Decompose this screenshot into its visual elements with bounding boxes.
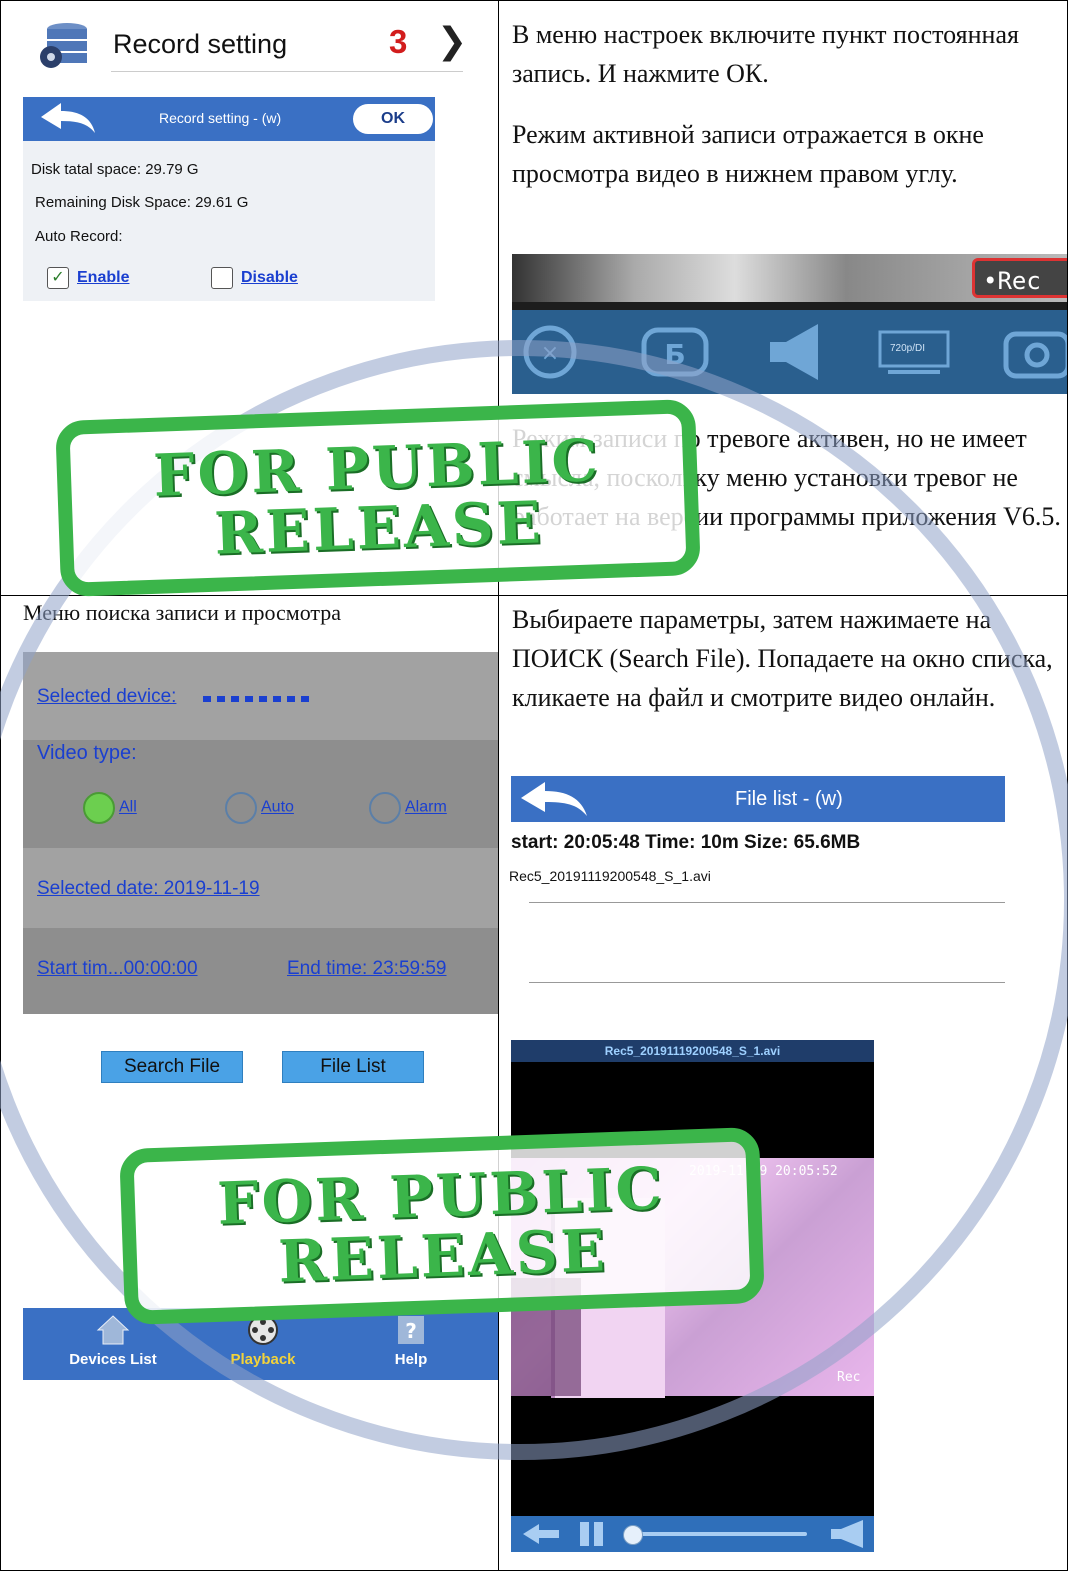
search-menu-heading: Меню поиска записи и просмотра bbox=[23, 600, 342, 625]
rewind-icon[interactable] bbox=[521, 1522, 561, 1546]
record-setting-header[interactable]: Record setting 3 ❯ bbox=[37, 21, 467, 73]
radio-auto[interactable]: Auto bbox=[225, 792, 294, 824]
svg-text:×: × bbox=[541, 341, 559, 366]
flip-camera-icon[interactable]: Б bbox=[640, 324, 710, 380]
auto-record-label: Auto Record: bbox=[35, 228, 123, 245]
device-id-obscured bbox=[203, 696, 315, 702]
disk-remaining-space: Remaining Disk Space: 29.61 G bbox=[35, 194, 249, 211]
instruction-paragraph-3: Режим записи по тревоге активен, но не и… bbox=[512, 424, 1061, 531]
video-type-row: Video type: All Auto Alarm bbox=[23, 740, 498, 848]
tab-playback-label: Playback bbox=[230, 1351, 296, 1368]
video-frame: 2019-11-19 20:05:52 Rec bbox=[511, 1158, 874, 1398]
file-name[interactable]: Rec5_20191119200548_S_1.avi bbox=[509, 868, 711, 884]
video-shadow bbox=[511, 1278, 581, 1396]
video-rec-label: Rec bbox=[837, 1370, 861, 1385]
progress-slider[interactable] bbox=[627, 1532, 807, 1536]
end-time-link[interactable]: End time: 23:59:59 bbox=[287, 958, 447, 980]
radio-alarm-label[interactable]: Alarm bbox=[405, 799, 447, 816]
file-list-button[interactable]: File List bbox=[282, 1051, 424, 1083]
radio-selected-icon[interactable] bbox=[83, 792, 115, 824]
resolution-label: 720p/DI bbox=[890, 343, 926, 354]
chevron-right-icon[interactable]: ❯ bbox=[437, 21, 467, 62]
cell-bottom-left: Меню поиска записи и просмотра Selected … bbox=[0, 595, 499, 1571]
radio-auto-label[interactable]: Auto bbox=[261, 799, 294, 816]
radio-unselected-icon[interactable] bbox=[225, 792, 257, 824]
bottom-tab-bar: Devices List Playback ? Help bbox=[23, 1308, 498, 1380]
instruction-paragraph-1: В меню настроек включите пункт постоянна… bbox=[512, 20, 1019, 88]
radio-all-label[interactable]: All bbox=[119, 799, 137, 816]
list-divider bbox=[529, 902, 1005, 903]
radio-unselected-icon[interactable] bbox=[369, 792, 401, 824]
checkbox-checked-icon[interactable]: ✓ bbox=[47, 267, 69, 289]
home-icon bbox=[96, 1315, 130, 1345]
header-title: Record setting bbox=[113, 29, 288, 59]
volume-icon[interactable] bbox=[829, 1520, 865, 1548]
tab-help[interactable]: ? Help bbox=[351, 1308, 471, 1380]
tab-playback[interactable]: Playback bbox=[203, 1308, 323, 1380]
instruction-paragraph-2: Режим активной записи отражается в окне … bbox=[512, 120, 984, 188]
selected-date-link[interactable]: Selected date: 2019-11-19 bbox=[37, 878, 260, 900]
selected-device-link[interactable]: Selected device: bbox=[37, 686, 176, 708]
control-bar: × Б 720p/DI bbox=[512, 310, 1068, 394]
header-divider bbox=[111, 71, 463, 72]
rec-badge: •Rec bbox=[972, 258, 1067, 298]
start-time-link[interactable]: Start tim...00:00:00 bbox=[37, 958, 198, 980]
list-divider bbox=[529, 982, 1005, 983]
back-arrow-icon[interactable] bbox=[39, 103, 97, 135]
radio-alarm[interactable]: Alarm bbox=[369, 792, 447, 824]
radio-all[interactable]: All bbox=[83, 792, 137, 824]
file-meta: start: 20:05:48 Time: 10m Size: 65.6MB bbox=[511, 832, 861, 853]
file-list-app-bar: File list - (w) bbox=[511, 776, 1005, 822]
disable-label[interactable]: Disable bbox=[241, 269, 298, 286]
speaker-icon[interactable] bbox=[766, 322, 826, 382]
date-row[interactable]: Selected date: 2019-11-19 bbox=[23, 848, 498, 928]
close-circle-icon[interactable]: × bbox=[520, 324, 580, 380]
app-bar: Record setting - (w) OK bbox=[23, 97, 435, 141]
database-settings-icon bbox=[40, 23, 87, 68]
device-row[interactable]: Selected device: bbox=[23, 652, 498, 740]
player-controls bbox=[511, 1516, 874, 1552]
file-list-title: File list - (w) bbox=[735, 788, 843, 810]
search-file-button[interactable]: Search File bbox=[101, 1051, 243, 1083]
video-type-label: Video type: bbox=[37, 742, 137, 764]
tab-help-label: Help bbox=[394, 1351, 428, 1368]
app-bar-title: Record setting - (w) bbox=[159, 110, 282, 126]
video-timestamp: 2019-11-19 20:05:52 bbox=[689, 1164, 838, 1179]
film-reel-icon bbox=[248, 1315, 278, 1345]
svg-text:?: ? bbox=[405, 1319, 417, 1343]
tab-devices-label: Devices List bbox=[69, 1351, 157, 1368]
svg-text:Б: Б bbox=[664, 338, 685, 371]
pause-icon[interactable] bbox=[577, 1521, 607, 1547]
cell-top-left: Record setting 3 ❯ Record setting - (w) … bbox=[0, 0, 499, 596]
enable-option[interactable]: ✓ Enable bbox=[47, 267, 129, 289]
help-icon: ? bbox=[398, 1316, 424, 1344]
enable-label[interactable]: Enable bbox=[77, 269, 129, 286]
back-arrow-icon[interactable] bbox=[519, 782, 589, 818]
ok-button[interactable]: OK bbox=[353, 104, 433, 134]
tab-devices-list[interactable]: Devices List bbox=[53, 1308, 173, 1380]
header-badge: 3 bbox=[389, 23, 408, 60]
video-player: Rec5_20191119200548_S_1.avi 2019-11-19 2… bbox=[511, 1040, 874, 1552]
record-setting-screen: Record setting - (w) OK Disk tatal space… bbox=[23, 97, 435, 301]
progress-thumb[interactable] bbox=[623, 1525, 643, 1545]
player-title-bar: Rec5_20191119200548_S_1.avi bbox=[511, 1040, 874, 1062]
player-title: Rec5_20191119200548_S_1.avi bbox=[604, 1044, 781, 1058]
playback-search-screen: Selected device: Video type: All Auto Al… bbox=[23, 652, 498, 1014]
video-control-strip: •Rec × Б 720p/DI bbox=[512, 254, 1068, 394]
snapshot-camera-icon[interactable] bbox=[1002, 324, 1068, 380]
disk-total-space: Disk tatal space: 29.79 G bbox=[31, 161, 199, 178]
checkbox-empty-icon[interactable] bbox=[211, 267, 233, 289]
cell-top-right: В меню настроек включите пункт постоянна… bbox=[498, 0, 1068, 596]
disable-option[interactable]: Disable bbox=[211, 267, 298, 289]
cell-bottom-right: Выбираете параметры, затем нажимаете на … bbox=[498, 595, 1068, 1571]
instruction-paragraph-4: Выбираете параметры, затем нажимаете на … bbox=[512, 605, 1053, 712]
time-row: Start tim...00:00:00 End time: 23:59:59 bbox=[23, 928, 498, 1014]
